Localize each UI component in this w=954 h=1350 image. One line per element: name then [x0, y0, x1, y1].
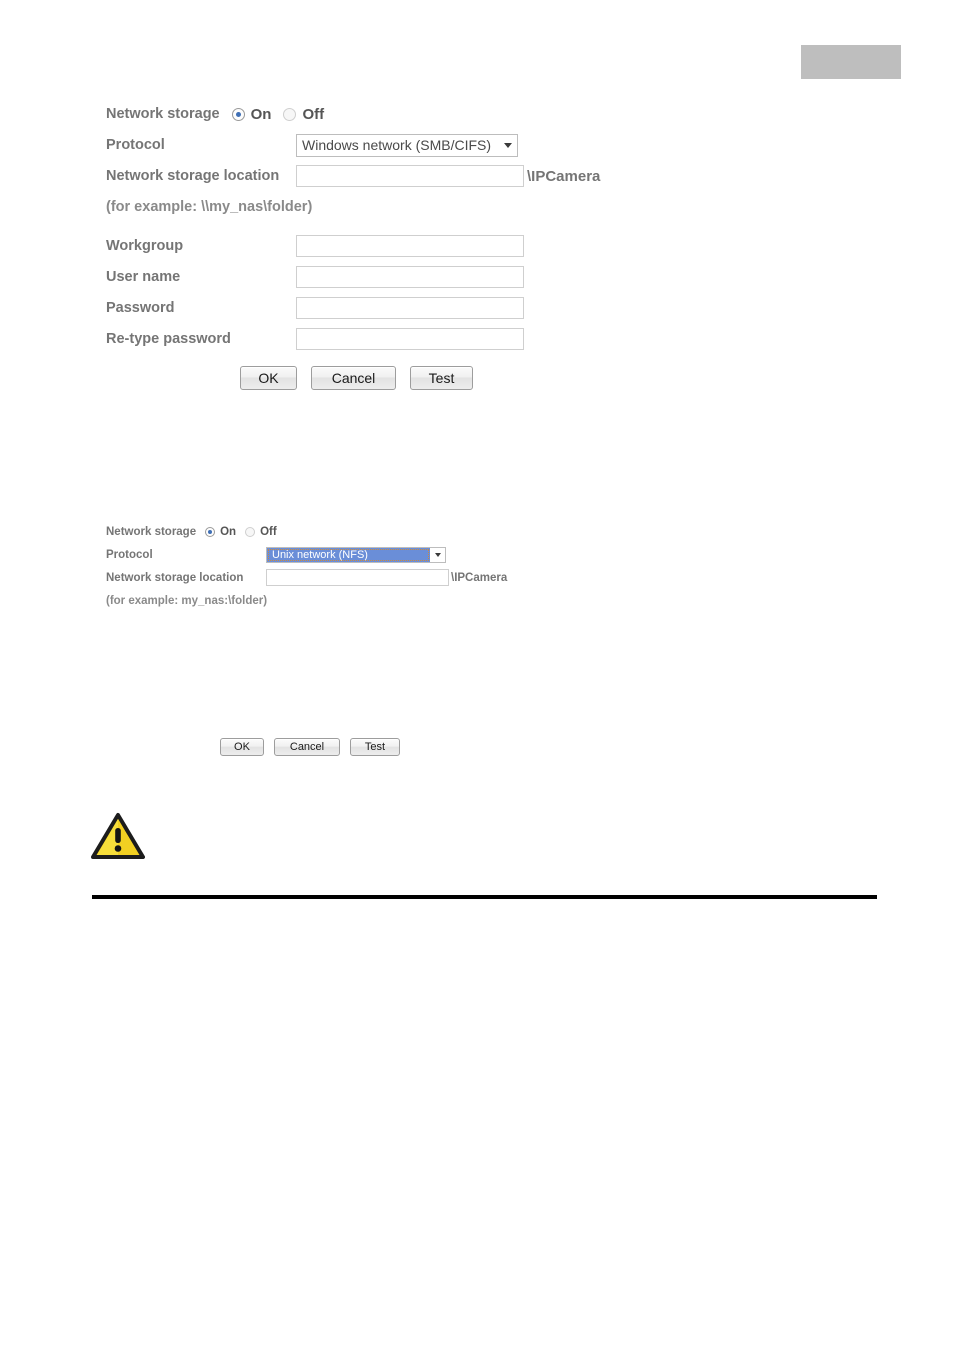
nfs-storage-location-input[interactable] — [266, 569, 449, 586]
nfs-radio-network-storage-off[interactable] — [245, 526, 256, 537]
header-banner-block — [801, 45, 901, 79]
nfs-storage-location-example-hint: (for example: my_nas:\folder) — [106, 594, 268, 607]
storage-location-row: Network storage location \IPCamera — [106, 165, 600, 187]
workgroup-row: Workgroup — [106, 235, 600, 257]
protocol-select[interactable]: Windows network (SMB/CIFS) — [296, 133, 518, 157]
nfs-ok-button[interactable]: OK — [220, 738, 264, 756]
nfs-cancel-button[interactable]: Cancel — [274, 738, 340, 756]
user-name-label: User name — [106, 269, 181, 285]
nfs-radio-label-on: On — [220, 525, 237, 538]
retype-password-input[interactable] — [296, 328, 524, 350]
nfs-protocol-row: Protocol Unix network (NFS) — [106, 546, 507, 563]
nfs-protocol-label: Protocol — [106, 548, 153, 561]
network-storage-form-smb: Network storage On Off Protocol Windows … — [106, 103, 600, 359]
retype-password-label: Re-type password — [106, 331, 231, 347]
nfs-test-button[interactable]: Test — [350, 738, 400, 756]
nfs-form-button-row: OK Cancel Test — [220, 738, 400, 756]
warning-triangle-icon — [91, 812, 145, 860]
radio-network-storage-off[interactable] — [283, 107, 297, 121]
radio-label-off: Off — [302, 105, 325, 123]
password-row: Password — [106, 297, 600, 319]
footer-divider — [92, 895, 877, 899]
nfs-storage-location-label: Network storage location — [106, 571, 244, 584]
nfs-storage-location-suffix: \IPCamera — [451, 571, 508, 584]
password-input[interactable] — [296, 297, 524, 319]
password-label: Password — [106, 300, 175, 316]
protocol-select-value: Windows network (SMB/CIFS) — [302, 137, 492, 153]
workgroup-label: Workgroup — [106, 238, 184, 254]
nfs-storage-location-hint-row: (for example: my_nas:\folder) — [106, 592, 507, 609]
chevron-down-icon — [430, 548, 445, 562]
nfs-radio-label-off: Off — [260, 525, 277, 538]
protocol-row: Protocol Windows network (SMB/CIFS) — [106, 133, 600, 157]
radio-label-on: On — [250, 105, 272, 123]
chevron-down-icon — [499, 135, 517, 156]
ok-button[interactable]: OK — [240, 366, 297, 390]
retype-password-row: Re-type password — [106, 328, 600, 350]
nfs-storage-location-row: Network storage location \IPCamera — [106, 569, 507, 586]
storage-location-suffix: \IPCamera — [527, 167, 601, 185]
test-button[interactable]: Test — [410, 366, 473, 390]
radio-network-storage-on[interactable] — [231, 107, 245, 121]
storage-location-example-hint: (for example: \\my_nas\folder) — [106, 199, 313, 215]
network-storage-row: Network storage On Off — [106, 103, 600, 125]
storage-location-hint-row: (for example: \\my_nas\folder) — [106, 196, 600, 218]
smb-form-button-row: OK Cancel Test — [240, 366, 473, 390]
nfs-protocol-select[interactable]: Unix network (NFS) — [266, 546, 446, 563]
user-name-input[interactable] — [296, 266, 524, 288]
protocol-label: Protocol — [106, 137, 165, 153]
nfs-radio-network-storage-on[interactable] — [205, 526, 216, 537]
workgroup-input[interactable] — [296, 235, 524, 257]
cancel-button[interactable]: Cancel — [311, 366, 396, 390]
network-storage-label: Network storage — [106, 106, 220, 122]
storage-location-label: Network storage location — [106, 168, 280, 184]
storage-location-input[interactable] — [296, 165, 524, 187]
nfs-network-storage-label: Network storage — [106, 525, 197, 538]
network-storage-form-nfs: Network storage On Off Protocol Unix net… — [106, 523, 507, 615]
nfs-network-storage-row: Network storage On Off — [106, 523, 507, 540]
user-name-row: User name — [106, 266, 600, 288]
nfs-protocol-select-value: Unix network (NFS) — [267, 547, 430, 562]
